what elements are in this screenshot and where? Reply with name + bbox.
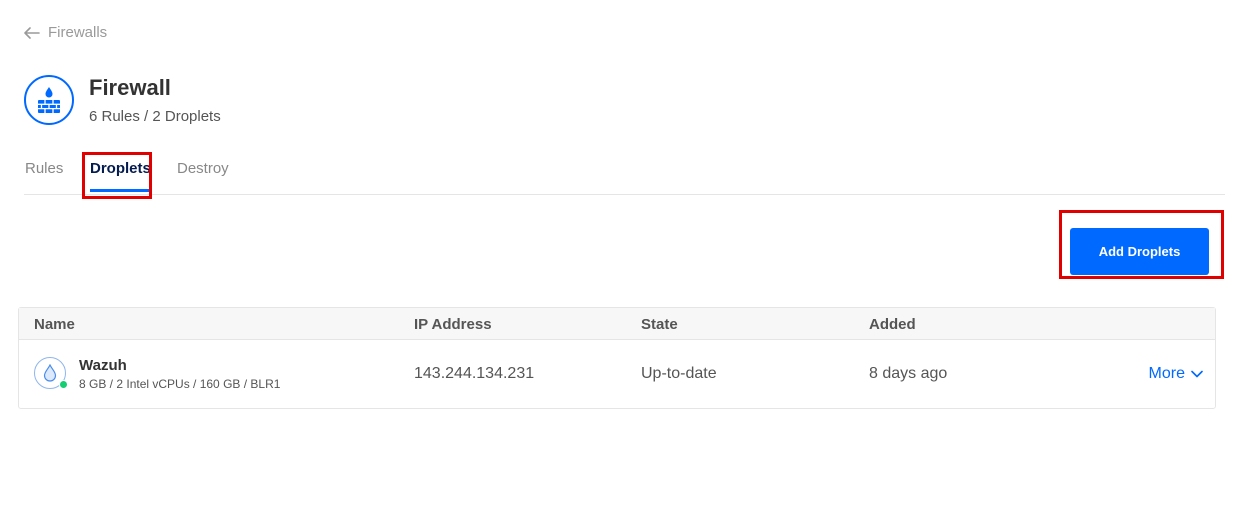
firewall-icon bbox=[24, 74, 74, 125]
page-title: Firewall bbox=[89, 75, 171, 100]
droplet-added: 8 days ago bbox=[869, 365, 948, 382]
breadcrumb[interactable]: Firewalls bbox=[24, 24, 107, 41]
column-header-name: Name bbox=[34, 316, 75, 333]
table-header: Name IP Address State Added bbox=[19, 308, 1215, 340]
tab-droplets[interactable]: Droplets bbox=[90, 160, 151, 192]
chevron-down-icon bbox=[1191, 365, 1203, 383]
breadcrumb-label: Firewalls bbox=[48, 24, 108, 41]
status-indicator bbox=[59, 380, 68, 389]
arrow-left-icon bbox=[24, 26, 40, 39]
column-header-ip: IP Address bbox=[414, 316, 492, 333]
more-menu-button[interactable]: More bbox=[1149, 365, 1203, 383]
droplets-table: Name IP Address State Added Wazuh 8 GB /… bbox=[18, 307, 1216, 409]
column-header-added: Added bbox=[869, 316, 916, 333]
table-row: Wazuh 8 GB / 2 Intel vCPUs / 160 GB / BL… bbox=[19, 340, 1215, 408]
tab-bar: Rules Droplets Destroy bbox=[24, 152, 1225, 195]
page-header: Firewall 6 Rules / 2 Droplets bbox=[24, 74, 221, 125]
droplet-ip: 143.244.134.231 bbox=[414, 365, 535, 382]
column-header-state: State bbox=[641, 316, 678, 333]
droplet-spec: 8 GB / 2 Intel vCPUs / 160 GB / BLR1 bbox=[79, 377, 281, 391]
droplet-name-link[interactable]: Wazuh bbox=[79, 357, 127, 374]
tab-rules[interactable]: Rules bbox=[25, 160, 63, 189]
page-subtitle: 6 Rules / 2 Droplets bbox=[89, 108, 221, 125]
add-droplets-button[interactable]: Add Droplets bbox=[1070, 228, 1209, 275]
more-label: More bbox=[1148, 365, 1185, 382]
droplet-state: Up-to-date bbox=[641, 365, 717, 382]
tab-destroy[interactable]: Destroy bbox=[177, 160, 229, 189]
